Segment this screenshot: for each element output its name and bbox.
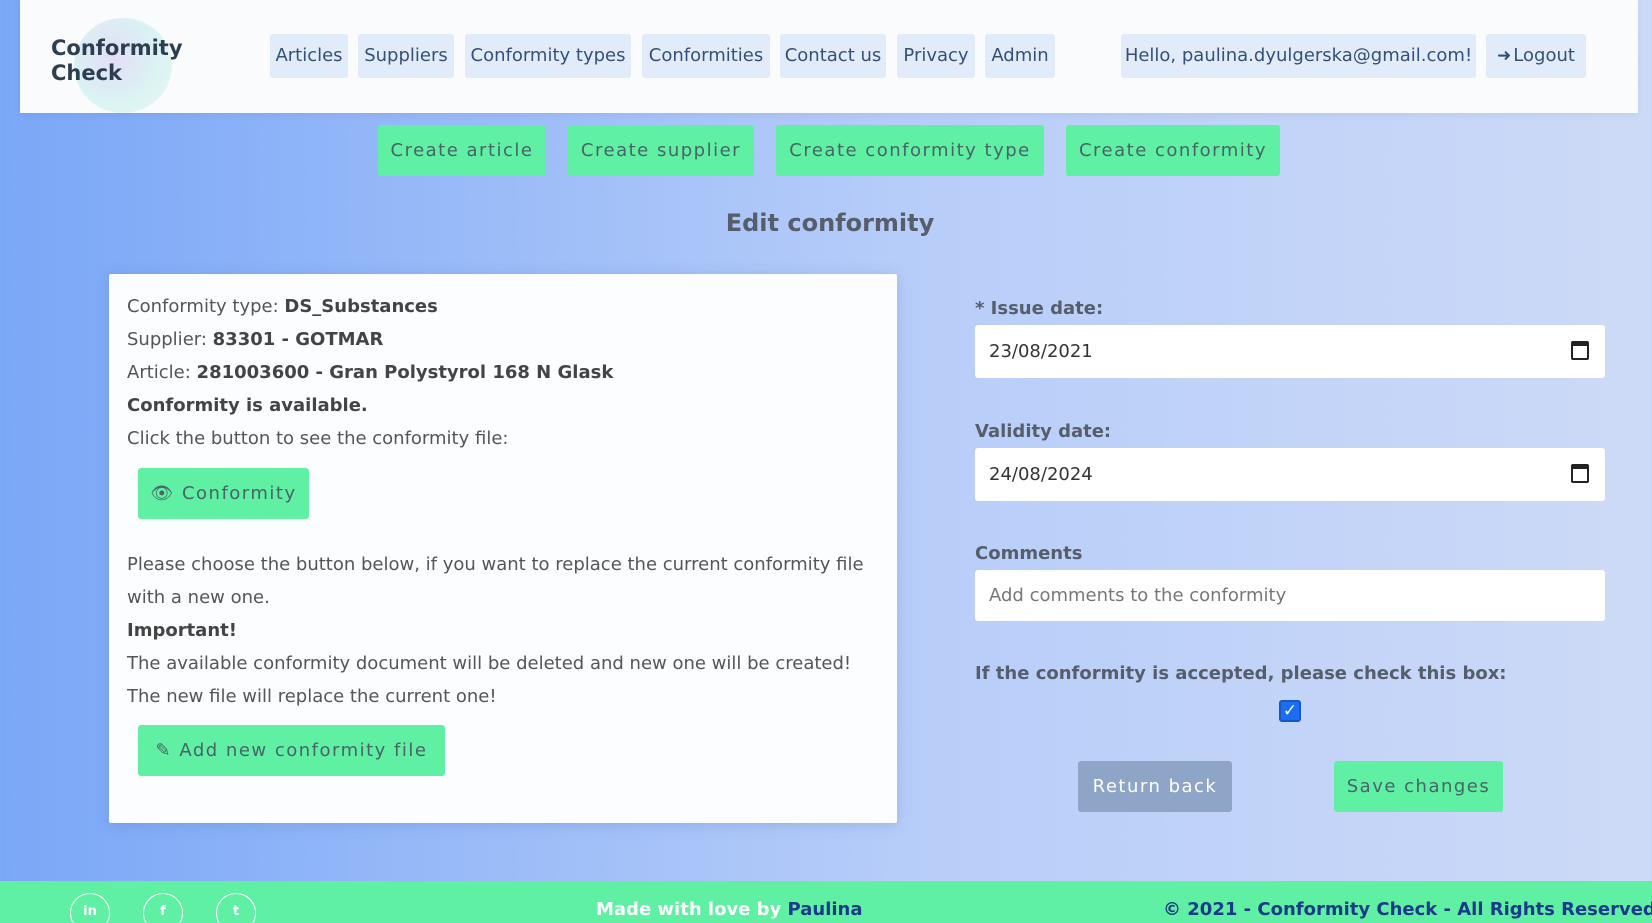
conformity-info-card: Conformity type: DS_Substances Supplier:… (109, 274, 897, 823)
comments-label: Comments (975, 543, 1083, 564)
replace-instruction-2: with a new one. (127, 587, 270, 608)
conformity-type-label: Conformity type: (127, 296, 279, 317)
view-conformity-button[interactable]: 👁 Conformity (138, 468, 309, 519)
site-logo[interactable]: Conformity Check (51, 36, 201, 86)
calendar-icon[interactable] (1571, 464, 1589, 483)
logout-icon: ➜ (1497, 46, 1512, 66)
made-with-love: Made with love by Paulina (596, 899, 863, 920)
create-supplier-button[interactable]: Create supplier (568, 125, 754, 176)
eye-icon: 👁 (150, 483, 175, 504)
logout-label: Logout (1513, 45, 1575, 66)
made-with-love-text: Made with love by (596, 899, 782, 920)
supplier-label: Supplier: (127, 329, 207, 350)
copyright: © 2021 - Conformity Check - All Rights R… (1163, 899, 1652, 920)
availability-text: Conformity is available. (127, 395, 368, 416)
author-link[interactable]: Paulina (788, 899, 863, 920)
nav-contact-us[interactable]: Contact us (780, 34, 886, 78)
return-back-button[interactable]: Return back (1078, 761, 1232, 812)
nav-conformities[interactable]: Conformities (642, 34, 770, 78)
conformity-type-value: DS_Substances (284, 296, 438, 317)
accepted-label: If the conformity is accepted, please ch… (975, 663, 1507, 684)
issue-date-value: 23/08/2021 (989, 341, 1093, 362)
logo-line-2: Check (51, 61, 123, 85)
article-line: Article: 281003600 - Gran Polystyrol 168… (127, 362, 613, 383)
nav-conformity-types[interactable]: Conformity types (465, 34, 631, 78)
create-conformity-type-button[interactable]: Create conformity type (776, 125, 1044, 176)
warning-text-1: The available conformity document will b… (127, 653, 852, 674)
click-instruction: Click the button to see the conformity f… (127, 428, 509, 449)
top-navbar: Conformity Check Articles Suppliers Conf… (20, 0, 1638, 113)
nav-privacy[interactable]: Privacy (897, 34, 975, 78)
view-conformity-label: Conformity (181, 483, 297, 504)
important-label: Important! (127, 620, 237, 641)
availability-text-bold: Conformity is available. (127, 395, 368, 416)
create-article-button[interactable]: Create article (378, 125, 546, 176)
user-greeting[interactable]: Hello, paulina.dyulgerska@gmail.com! (1121, 34, 1476, 78)
add-conformity-file-button[interactable]: ✎ Add new conformity file (138, 725, 445, 776)
logout-button[interactable]: ➜ Logout (1486, 34, 1586, 78)
comments-input[interactable]: Add comments to the conformity (975, 570, 1605, 621)
add-conformity-file-label: Add new conformity file (179, 740, 428, 761)
nav-articles[interactable]: Articles (270, 34, 348, 78)
create-conformity-button[interactable]: Create conformity (1066, 125, 1280, 176)
nav-admin[interactable]: Admin (985, 34, 1055, 78)
check-icon: ✓ (1282, 701, 1298, 721)
edit-icon: ✎ (155, 740, 173, 761)
logo-line-1: Conformity (51, 36, 183, 60)
accepted-checkbox[interactable]: ✓ (1279, 700, 1301, 722)
validity-date-value: 24/08/2024 (989, 464, 1093, 485)
validity-date-input[interactable]: 24/08/2024 (975, 448, 1605, 501)
important-label-bold: Important! (127, 620, 237, 641)
article-value: 281003600 - Gran Polystyrol 168 N Glask (196, 362, 614, 383)
supplier-line: Supplier: 83301 - GOTMAR (127, 329, 383, 350)
validity-date-label: Validity date: (975, 421, 1112, 442)
footer: in f t Made with love by Paulina © 2021 … (0, 881, 1652, 923)
nav-suppliers[interactable]: Suppliers (358, 34, 454, 78)
page-title: Edit conformity (725, 209, 935, 237)
facebook-icon[interactable]: f (143, 893, 183, 923)
article-label: Article: (127, 362, 191, 383)
conformity-type-line: Conformity type: DS_Substances (127, 296, 438, 317)
linkedin-icon[interactable]: in (70, 893, 110, 923)
save-changes-button[interactable]: Save changes (1334, 761, 1503, 812)
issue-date-label: * Issue date: (975, 298, 1104, 319)
issue-date-input[interactable]: 23/08/2021 (975, 325, 1605, 378)
replace-instruction-1: Please choose the button below, if you w… (127, 554, 864, 575)
twitter-icon[interactable]: t (216, 893, 256, 923)
calendar-icon[interactable] (1571, 341, 1589, 360)
warning-text-2: The new file will replace the current on… (127, 686, 497, 707)
supplier-value: 83301 - GOTMAR (212, 329, 384, 350)
